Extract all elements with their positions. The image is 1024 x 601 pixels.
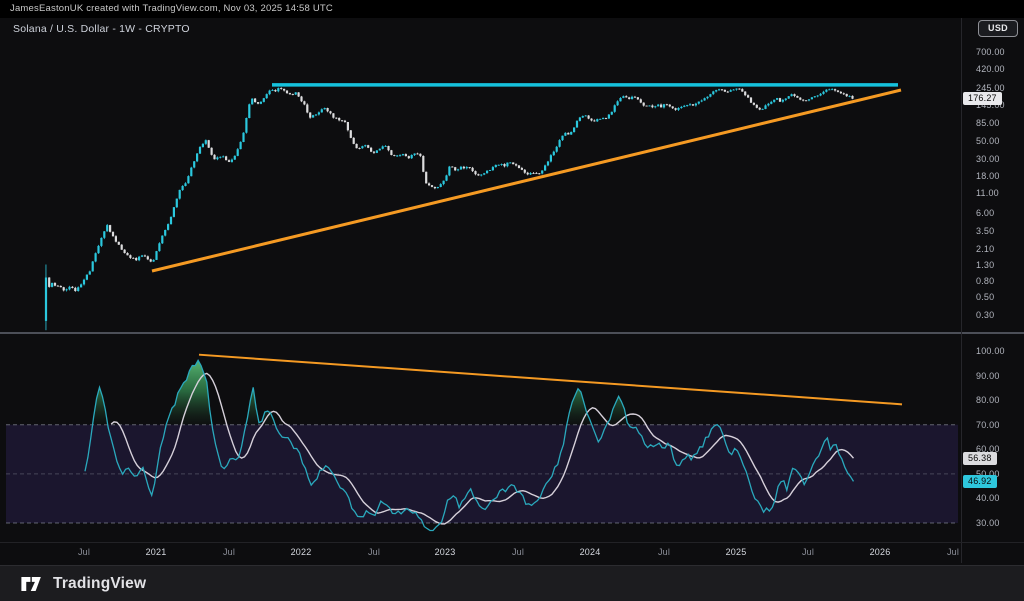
chart-canvas[interactable]: [0, 0, 1024, 601]
price-tick-label: 0.50: [976, 292, 994, 302]
time-tick-label: 2024: [580, 547, 601, 557]
rsi-tick-label: 70.00: [976, 420, 1000, 430]
time-tick-label: Jul: [658, 547, 670, 557]
time-tick-label: 2022: [291, 547, 312, 557]
attribution-bar: JamesEastonUK created with TradingView.c…: [0, 0, 1024, 18]
time-tick-label: Jul: [947, 547, 959, 557]
time-tick-label: 2025: [726, 547, 747, 557]
rsi-tick-label: 90.00: [976, 371, 1000, 381]
price-axis[interactable]: 176.27 56.38 46.92 700.00420.00245.00145…: [962, 18, 1024, 563]
rsi-value-badge: 46.92: [963, 475, 997, 488]
time-tick-label: 2021: [146, 547, 167, 557]
rsi-tick-label: 40.00: [976, 493, 1000, 503]
currency-toggle-button[interactable]: USD: [978, 20, 1018, 37]
time-axis[interactable]: Jul 2021 Jul 2022 Jul 2023 Jul 2024 Jul 2025 Jul 20…: [0, 543, 960, 563]
price-tick-label: 6.00: [976, 208, 994, 218]
candles-layer: [45, 87, 854, 330]
price-tick-label: 1.30: [976, 260, 994, 270]
time-tick-label: Jul: [78, 547, 90, 557]
price-tick-label: 50.00: [976, 136, 1000, 146]
time-tick-label: Jul: [512, 547, 524, 557]
price-tick-label: 30.00: [976, 154, 1000, 164]
attribution-text: JamesEastonUK created with TradingView.c…: [10, 3, 333, 14]
time-tick-label: Jul: [223, 547, 235, 557]
price-tick-label: 245.00: [976, 83, 1005, 93]
time-tick-label: Jul: [802, 547, 814, 557]
price-tick-label: 3.50: [976, 226, 994, 236]
price-tick-label: 18.00: [976, 171, 1000, 181]
rsi-downtrend-line[interactable]: [199, 355, 902, 405]
price-tick-label: 0.80: [976, 276, 994, 286]
brand-text: TradingView: [53, 575, 146, 593]
rsi-tick-label: 100.00: [976, 346, 1005, 356]
price-tick-label: 2.10: [976, 244, 994, 254]
time-tick-label: 2026: [870, 547, 891, 557]
time-tick-label: Jul: [368, 547, 380, 557]
price-tick-label: 85.00: [976, 118, 1000, 128]
rsi-tick-label: 80.00: [976, 395, 1000, 405]
rsi-tick-label: 30.00: [976, 518, 1000, 528]
time-tick-label: 2023: [435, 547, 456, 557]
symbol-title: Solana / U.S. Dollar - 1W - CRYPTO: [13, 23, 190, 35]
current-price-badge: 176.27: [963, 92, 1002, 105]
tradingview-logo-icon[interactable]: [20, 574, 45, 594]
footer-bar: TradingView: [0, 565, 1024, 601]
support-trendline[interactable]: [152, 90, 901, 271]
tradingview-chart-window: JamesEastonUK created with TradingView.c…: [0, 0, 1024, 601]
rsi-ma-value-badge: 56.38: [963, 452, 997, 465]
price-tick-label: 0.30: [976, 310, 994, 320]
price-tick-label: 11.00: [976, 188, 999, 198]
price-tick-label: 700.00: [976, 47, 1005, 57]
price-tick-label: 420.00: [976, 64, 1005, 74]
